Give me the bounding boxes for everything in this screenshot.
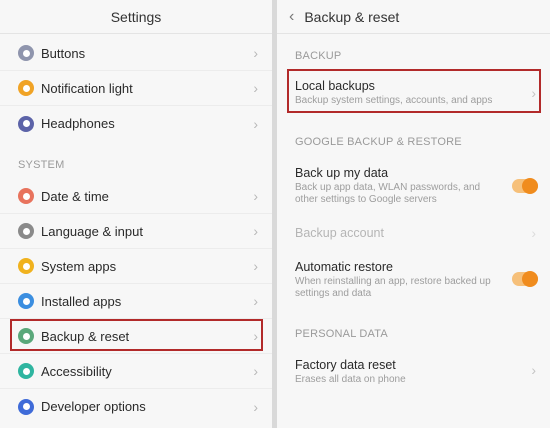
settings-item-label: Language & input	[41, 223, 143, 239]
installed-apps-icon	[18, 293, 34, 309]
settings-item-headphones[interactable]: Headphones ›	[0, 106, 272, 141]
settings-item-notification-light[interactable]: Notification light ›	[0, 71, 272, 106]
clock-icon	[18, 188, 34, 204]
chevron-right-icon: ›	[253, 223, 258, 239]
notification-light-icon	[18, 80, 34, 96]
back-up-my-data-item[interactable]: Back up my data Back up app data, WLAN p…	[277, 166, 550, 214]
automatic-restore-item[interactable]: Automatic restore When reinstalling an a…	[277, 260, 550, 308]
settings-item-label: System apps	[41, 258, 117, 274]
settings-item-developer-options[interactable]: Developer options ›	[0, 389, 272, 424]
settings-item-system-apps[interactable]: System apps ›	[0, 249, 272, 284]
chevron-right-icon: ›	[253, 398, 258, 415]
chevron-right-icon: ›	[531, 225, 536, 241]
settings-item-label: Date & time	[41, 188, 109, 204]
factory-data-reset-item[interactable]: Factory data reset Erases all data on ph…	[277, 358, 550, 394]
local-backups-item[interactable]: Local backups Backup system settings, ac…	[277, 79, 550, 115]
chevron-right-icon: ›	[253, 45, 258, 61]
settings-item-label: Notification light	[41, 80, 133, 96]
factory-data-reset-subtitle: Erases all data on phone	[295, 374, 406, 385]
back-arrow-icon[interactable]: ‹	[289, 8, 294, 25]
backup-account-item[interactable]: Backup account ›	[277, 225, 550, 246]
system-apps-icon	[18, 258, 34, 274]
section-header-backup: BACKUP	[295, 50, 342, 62]
settings-item-label: Backup & reset	[41, 328, 130, 344]
back-up-my-data-title: Back up my data	[295, 166, 389, 180]
settings-item-date-time[interactable]: Date & time ›	[0, 179, 272, 214]
language-icon	[18, 223, 34, 239]
settings-item-label: Headphones	[41, 116, 115, 131]
settings-item-backup-reset[interactable]: Backup & reset ›	[0, 319, 272, 354]
chevron-right-icon: ›	[531, 362, 536, 378]
chevron-right-icon: ›	[253, 363, 258, 379]
settings-item-accessibility[interactable]: Accessibility ›	[0, 354, 272, 389]
chevron-right-icon: ›	[531, 85, 536, 101]
backup-icon	[18, 328, 34, 344]
settings-panel: Settings Buttons › Notification light › …	[0, 0, 272, 428]
section-header-google-backup: GOOGLE BACKUP & RESTORE	[295, 136, 462, 148]
local-backups-title: Local backups	[295, 79, 375, 93]
settings-title-bar: Settings	[0, 0, 272, 34]
chevron-right-icon: ›	[253, 328, 258, 344]
page-title: Backup & reset	[304, 8, 400, 25]
chevron-right-icon: ›	[253, 258, 258, 274]
chevron-right-icon: ›	[253, 80, 258, 96]
buttons-icon	[18, 45, 34, 61]
backup-reset-panel: ‹ Backup & reset BACKUP Local backups Ba…	[277, 0, 550, 428]
back-up-my-data-subtitle: Back up app data, WLAN passwords, and ot…	[295, 182, 481, 205]
developer-options-icon	[18, 398, 34, 415]
chevron-right-icon: ›	[253, 188, 258, 204]
chevron-right-icon: ›	[253, 115, 258, 132]
settings-item-label: Installed apps	[41, 293, 122, 309]
headphones-icon	[18, 115, 34, 132]
factory-data-reset-title: Factory data reset	[295, 358, 396, 372]
local-backups-subtitle: Backup system settings, accounts, and ap…	[295, 95, 493, 106]
settings-item-language-input[interactable]: Language & input ›	[0, 214, 272, 249]
settings-item-buttons[interactable]: Buttons ›	[0, 36, 272, 71]
accessibility-icon	[18, 363, 34, 379]
chevron-right-icon: ›	[253, 293, 258, 309]
settings-item-installed-apps[interactable]: Installed apps ›	[0, 284, 272, 319]
backup-account-title: Backup account	[295, 226, 384, 240]
settings-item-label: Buttons	[41, 45, 86, 61]
page-title: Settings	[110, 8, 162, 25]
automatic-restore-subtitle: When reinstalling an app, restore backed…	[295, 276, 491, 299]
settings-item-label: Accessibility	[41, 363, 112, 379]
automatic-restore-toggle[interactable]	[512, 271, 538, 287]
section-header-personal-data: PERSONAL DATA	[295, 328, 388, 340]
back-up-my-data-toggle[interactable]	[512, 178, 538, 194]
section-header-system: SYSTEM	[18, 159, 65, 171]
backup-reset-title-bar: ‹ Backup & reset	[277, 0, 550, 34]
automatic-restore-title: Automatic restore	[295, 260, 393, 274]
settings-item-label: Developer options	[41, 399, 146, 414]
